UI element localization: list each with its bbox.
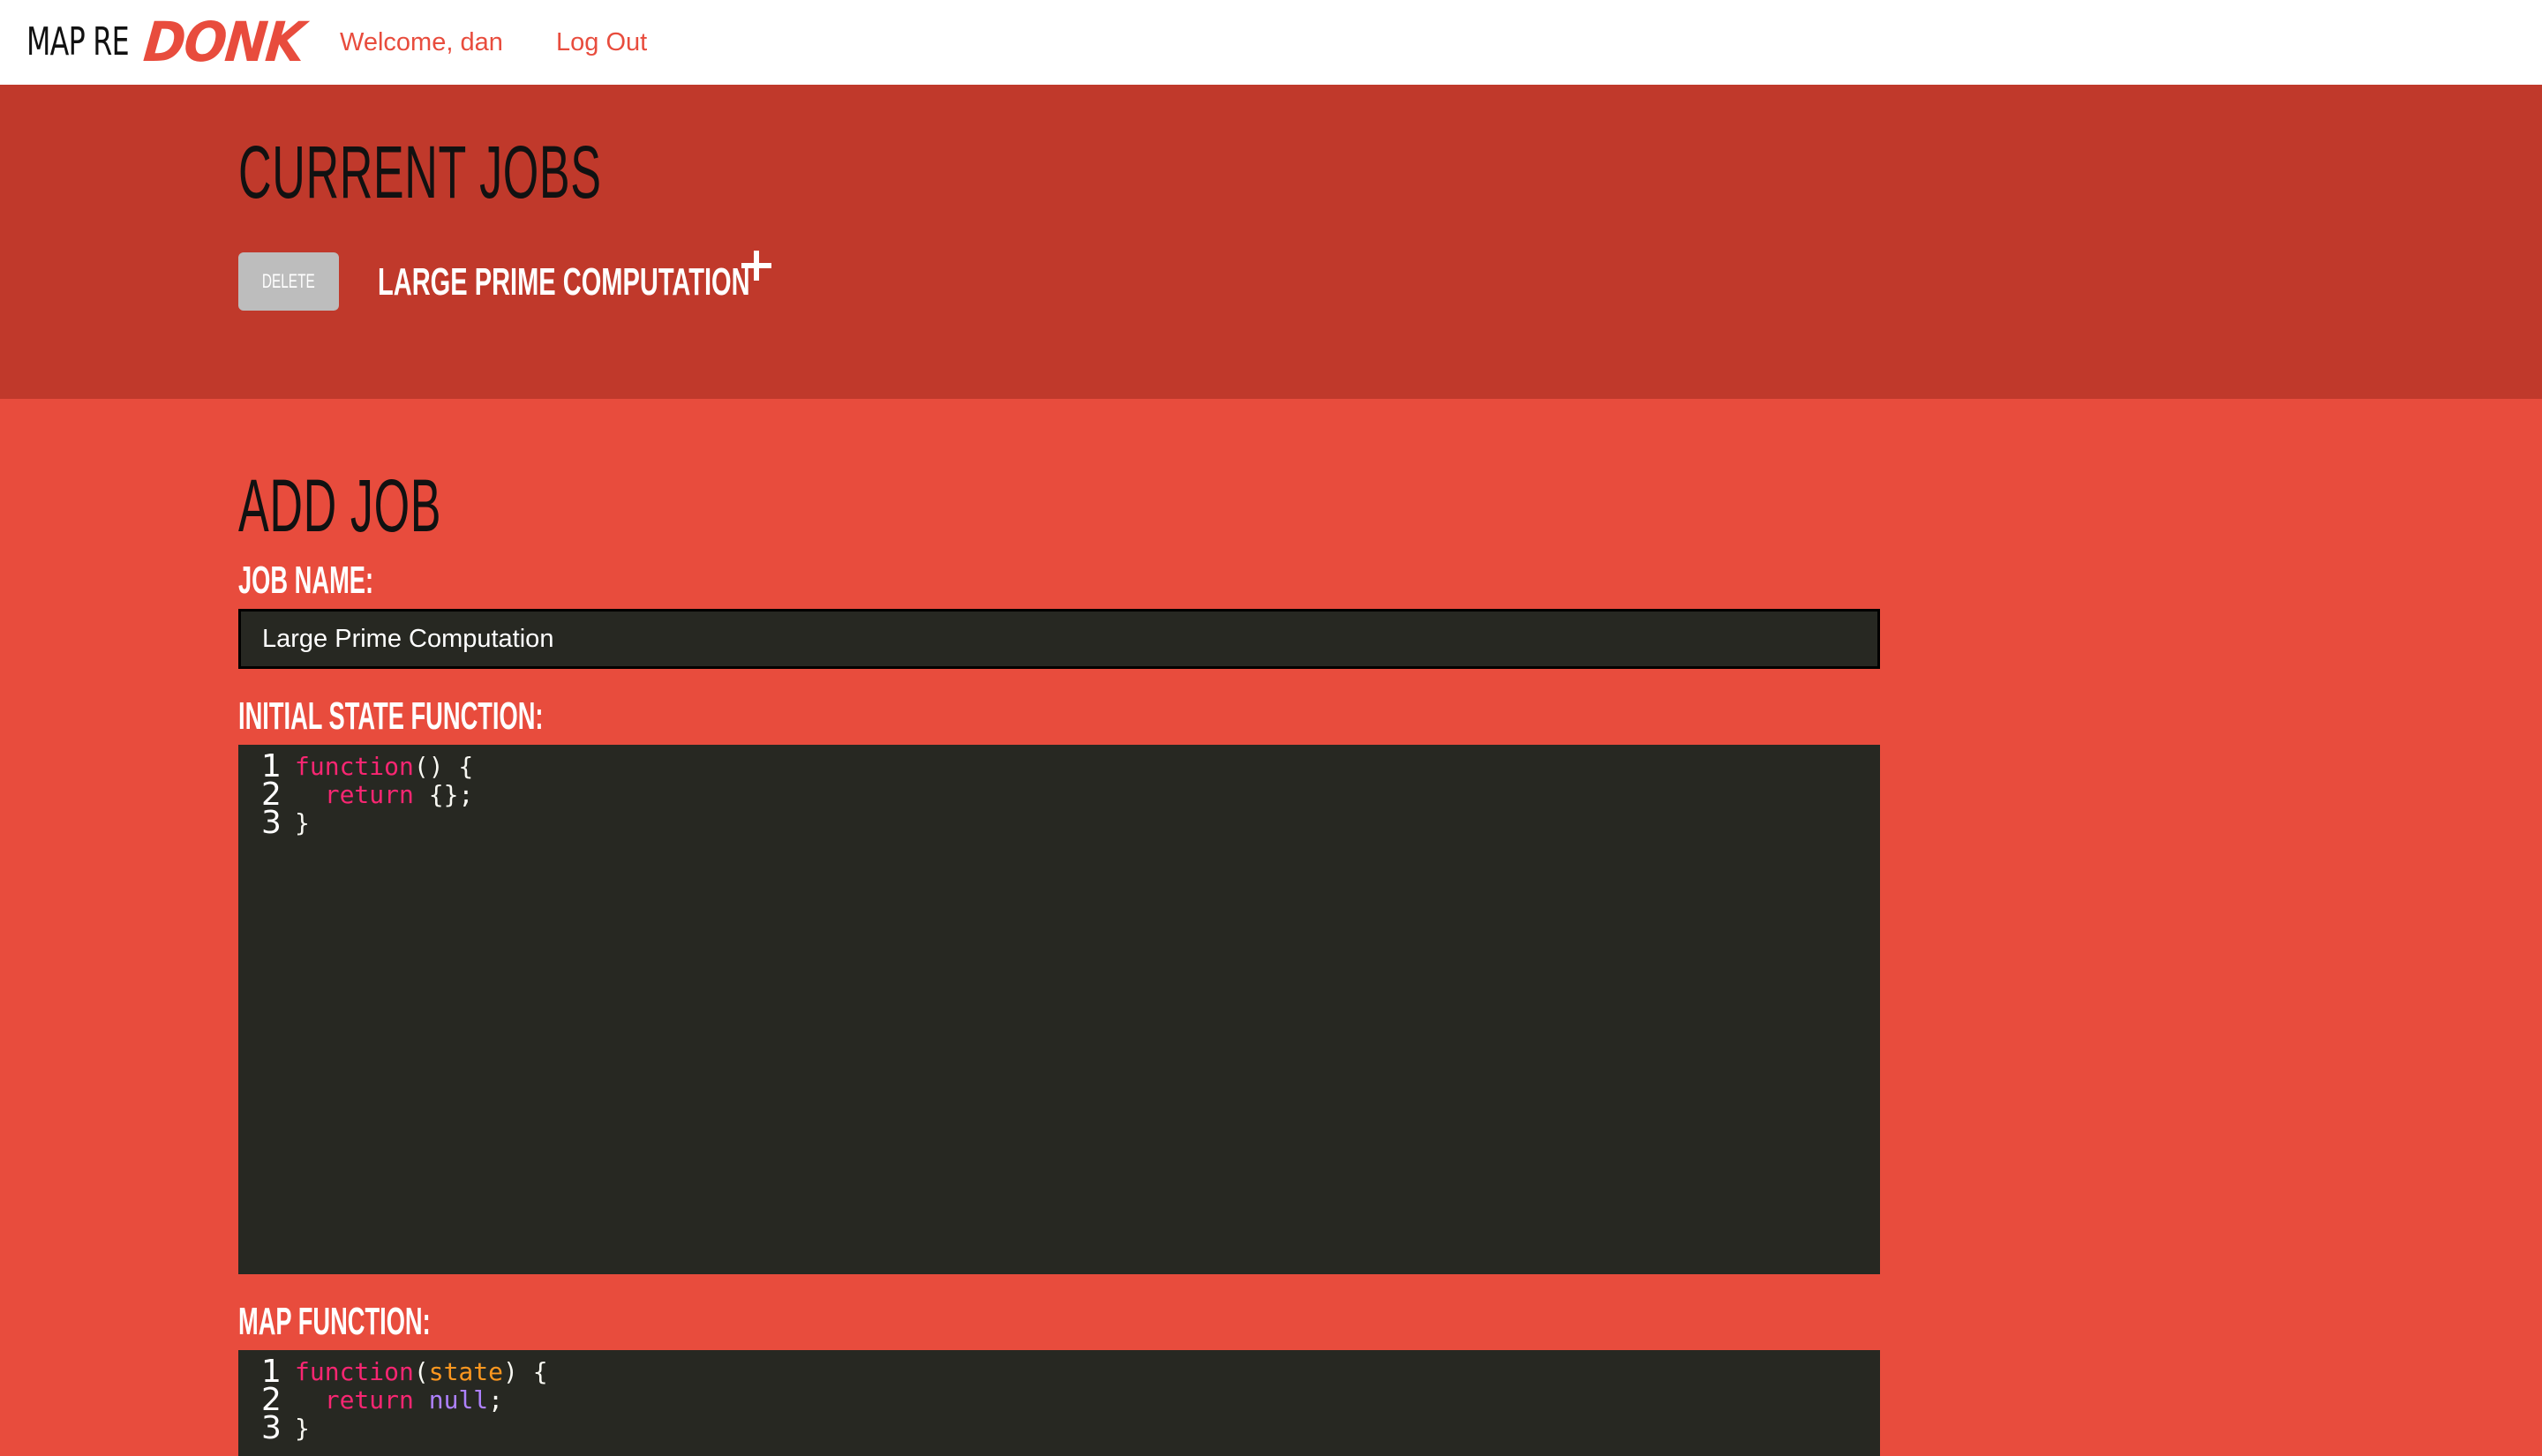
add-job-icon[interactable]: [741, 251, 771, 281]
code-text: function() {: [295, 752, 474, 781]
job-name-input[interactable]: [238, 609, 1880, 669]
logo[interactable]: MAP RE DONK: [26, 10, 306, 74]
code-text: function(state) {: [295, 1357, 548, 1386]
code-text: }: [295, 1414, 310, 1443]
code-text: }: [295, 808, 310, 837]
current-jobs-section: CURRENT JOBS DELETE LARGE PRIME COMPUTAT…: [0, 85, 2542, 399]
line-number: 3: [261, 1410, 282, 1446]
map-function-label: MAP FUNCTION:: [238, 1300, 431, 1343]
add-job-title: ADD JOB: [238, 464, 442, 547]
delete-label: DELETE: [262, 270, 315, 292]
logo-prefix: MAP RE: [26, 19, 130, 64]
code-text: return null;: [324, 1385, 504, 1415]
job-item-name[interactable]: LARGE PRIME COMPUTATION: [378, 258, 750, 307]
logo-suffix: DONK: [140, 10, 307, 74]
code-text: return {};: [324, 780, 474, 809]
line-number: 3: [261, 805, 282, 841]
logout-link[interactable]: Log Out: [556, 25, 647, 60]
delete-job-button[interactable]: DELETE: [238, 252, 339, 311]
initial-state-editor[interactable]: 1 function() {2 return {}; 3}: [238, 745, 1880, 1274]
current-jobs-title: CURRENT JOBS: [238, 131, 602, 214]
job-name-label: JOB NAME:: [238, 559, 374, 602]
initial-state-label: INITIAL STATE FUNCTION:: [238, 694, 544, 738]
map-function-editor[interactable]: 1 function(state) {2 return null; 3}: [238, 1350, 1880, 1456]
navbar: MAP RE DONK Welcome, dan Log Out: [0, 0, 2542, 85]
welcome-link[interactable]: Welcome, dan: [340, 25, 503, 60]
